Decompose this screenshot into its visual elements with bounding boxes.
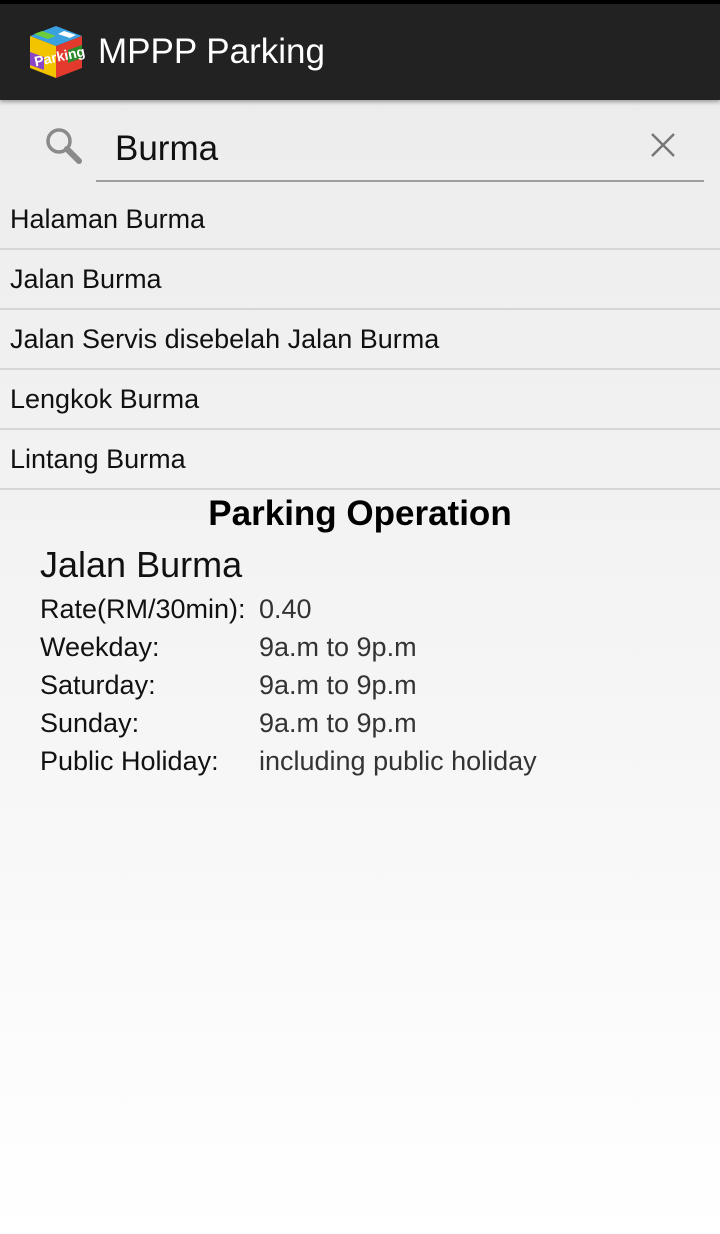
action-bar: Parking MPPP Parking xyxy=(0,0,720,100)
section-title: Parking Operation xyxy=(208,494,512,533)
info-row-public-holiday: Public Holiday: including public holiday xyxy=(40,742,537,780)
suggestion-item[interactable]: Halaman Burma xyxy=(0,190,720,250)
info-label: Saturday: xyxy=(40,669,156,700)
info-row-rate: Rate(RM/30min): 0.40 xyxy=(40,590,537,628)
info-row-sunday: Sunday: 9a.m to 9p.m xyxy=(40,704,537,742)
suggestion-item[interactable]: Jalan Servis disebelah Jalan Burma xyxy=(0,310,720,370)
operation-info-table: Rate(RM/30min): 0.40 Weekday: 9a.m to 9p… xyxy=(40,590,537,780)
close-icon[interactable] xyxy=(648,130,678,160)
info-label: Sunday: xyxy=(40,707,140,738)
info-row-saturday: Saturday: 9a.m to 9p.m xyxy=(40,666,537,704)
search-input[interactable] xyxy=(96,118,704,182)
info-label: Rate(RM/30min): xyxy=(40,593,246,624)
app-title: MPPP Parking xyxy=(98,32,325,71)
info-value: 9a.m to 9p.m xyxy=(259,707,417,738)
info-label: Weekday: xyxy=(40,631,160,662)
info-row-weekday: Weekday: 9a.m to 9p.m xyxy=(40,628,537,666)
suggestion-item[interactable]: Jalan Burma xyxy=(0,250,720,310)
info-value: 0.40 xyxy=(259,593,312,624)
info-value: 9a.m to 9p.m xyxy=(259,631,417,662)
suggestion-item[interactable]: Lengkok Burma xyxy=(0,370,720,430)
info-label: Public Holiday: xyxy=(40,745,219,776)
suggestion-list: Halaman Burma Jalan Burma Jalan Servis d… xyxy=(0,190,720,490)
suggestion-item[interactable]: Lintang Burma xyxy=(0,430,720,490)
info-value: 9a.m to 9p.m xyxy=(259,669,417,700)
info-value: including public holiday xyxy=(259,745,537,776)
street-name: Jalan Burma xyxy=(40,544,243,585)
parking-cube-logo-icon[interactable]: Parking xyxy=(26,22,86,82)
search-icon xyxy=(46,128,82,164)
